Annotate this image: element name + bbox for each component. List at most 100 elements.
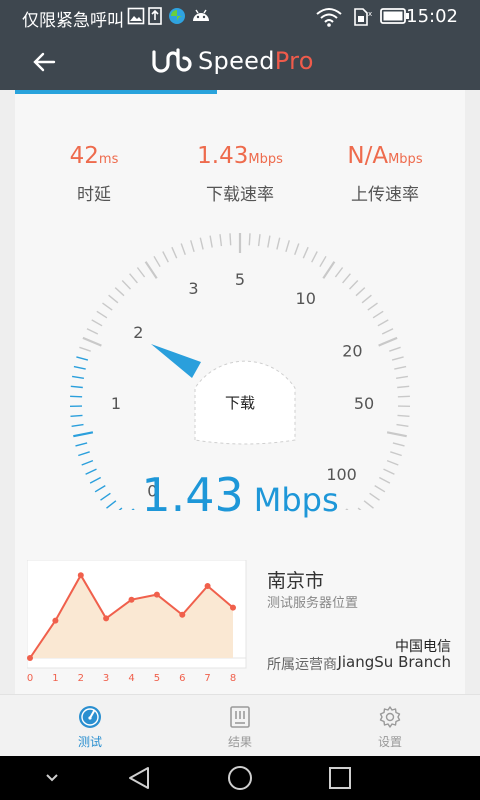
chart-point [128, 596, 135, 603]
gauge-minor-tick [75, 442, 88, 447]
gauge-minor-tick [199, 237, 204, 250]
chart-x-ticks: 0 1 2 3 4 5 6 7 8 [27, 673, 236, 684]
back-arrow-icon[interactable] [28, 46, 60, 78]
status-bar: 仅限紧急呼叫 x 15:02 [0, 0, 480, 33]
chart-point [179, 611, 186, 618]
app-logo: SpeedPro [150, 43, 314, 79]
gauge-minor-tick [397, 414, 410, 417]
chart-point [153, 591, 160, 598]
nav-home-icon[interactable] [210, 756, 270, 800]
chart-x-tick-label: 6 [179, 673, 185, 684]
speed-unit: Mbps [253, 481, 339, 519]
gauge-minor-tick [209, 235, 213, 248]
gauge-minor-tick [73, 365, 86, 370]
android-icon [193, 9, 209, 21]
sim-signal-icon: x [354, 8, 372, 26]
gauge-minor-tick [86, 328, 99, 335]
gauge-minor-tick [394, 365, 407, 370]
nav-recents-icon[interactable] [310, 756, 370, 800]
tab-test[interactable]: 测试 [30, 695, 150, 757]
gauge-minor-tick [171, 246, 178, 259]
gauge-major-tick [378, 336, 398, 347]
app-title-pro: Pro [274, 47, 314, 75]
nav-collapse-icon[interactable] [22, 756, 82, 800]
gauge-minor-tick [229, 233, 232, 246]
latency-label: 时延 [77, 185, 111, 205]
server-city: 南京市 [267, 570, 325, 592]
download-number: 1.43 [197, 143, 249, 169]
chart-x-tick-label: 5 [154, 673, 160, 684]
gauge-minor-tick [302, 246, 309, 259]
app-title: SpeedPro [198, 47, 314, 75]
gauge-minor-tick [102, 302, 113, 311]
download-value: 1.43Mbps [175, 142, 305, 174]
chart-point [103, 615, 110, 622]
image-icon [127, 7, 145, 25]
gear-icon [379, 706, 401, 728]
gauge-minor-tick [377, 319, 389, 327]
gauge-minor-tick [395, 375, 409, 379]
upload-unit: Mbps [388, 152, 423, 167]
gauge-label: 5 [235, 270, 245, 289]
server-location-label: 测试服务器位置 [267, 596, 359, 611]
app-bar: SpeedPro [0, 33, 480, 90]
latency-unit: ms [98, 152, 119, 167]
gauge-minor-tick [396, 423, 409, 427]
gauge-minor-tick [129, 273, 138, 284]
sim-icon [148, 7, 162, 25]
gauge-minor-tick [180, 243, 186, 256]
chart-x-tick-label: 0 [27, 673, 33, 684]
gauge-minor-tick [285, 240, 290, 252]
gauge-minor-tick [71, 423, 84, 427]
test-panel: 42ms 时延 1.43Mbps 下载速率 N/AMbps 上传速率 01235… [15, 90, 465, 694]
gauge-minor-tick [397, 385, 410, 389]
gauge-major-tick [386, 431, 407, 438]
tab-results[interactable]: 结果 [180, 695, 300, 757]
emergency-calls-only-text: 仅限紧急呼叫 [22, 11, 124, 31]
upload-number: N/A [347, 143, 389, 169]
speedometer-icon [79, 706, 101, 728]
gauge-minor-tick [294, 243, 300, 256]
gauge-minor-tick [348, 280, 359, 290]
gauge-minor-tick [381, 328, 394, 335]
gauge-minor-tick [334, 267, 344, 278]
gauge-minor-tick [397, 395, 410, 398]
gauge-label: 3 [188, 279, 198, 298]
system-navigation-bar [0, 756, 480, 800]
gauge-major-tick [82, 336, 102, 347]
chart-x-tick-label: 7 [204, 673, 210, 684]
chart-x-tick-label: 2 [78, 673, 84, 684]
gauge-minor-tick [389, 346, 401, 352]
latency-value: 42ms [29, 142, 159, 174]
isp-branch: JiangSu Branch [337, 653, 451, 671]
gauge-minor-tick [319, 255, 327, 268]
test-progress-bar [15, 90, 217, 94]
tab-test-label: 测试 [77, 735, 102, 749]
gauge-minor-tick [91, 319, 103, 327]
gauge-major-tick [322, 261, 336, 279]
gauge-minor-tick [70, 414, 83, 417]
upload-label: 上传速率 [351, 185, 419, 205]
gauge-minor-tick [390, 451, 402, 457]
gauge-minor-tick [257, 234, 261, 247]
speed-gauge: 0123 5102050100 下载 [69, 233, 411, 510]
svg-text:x: x [368, 10, 372, 18]
tab-settings[interactable]: 设置 [330, 695, 450, 757]
gauge-minor-tick [355, 287, 366, 297]
gauge-minor-tick [78, 451, 90, 457]
gauge-minor-tick [79, 346, 91, 352]
gauge-minor-tick [386, 459, 399, 466]
upload-stat: N/AMbps 上传速率 [320, 142, 450, 205]
gauge-needle [151, 344, 201, 378]
chart-point [230, 604, 236, 611]
gauge-minor-tick [276, 237, 281, 250]
latency-stat: 42ms 时延 [29, 142, 159, 205]
gauge-major-tick [73, 431, 94, 438]
gauge-minor-tick [311, 251, 318, 263]
gauge-center-label: 下载 [225, 394, 255, 412]
gauge-minor-tick [71, 375, 85, 379]
gauge-label: 2 [133, 323, 143, 342]
gauge-minor-tick [76, 356, 89, 361]
chart-point [52, 617, 59, 624]
nav-back-icon[interactable] [110, 756, 170, 800]
